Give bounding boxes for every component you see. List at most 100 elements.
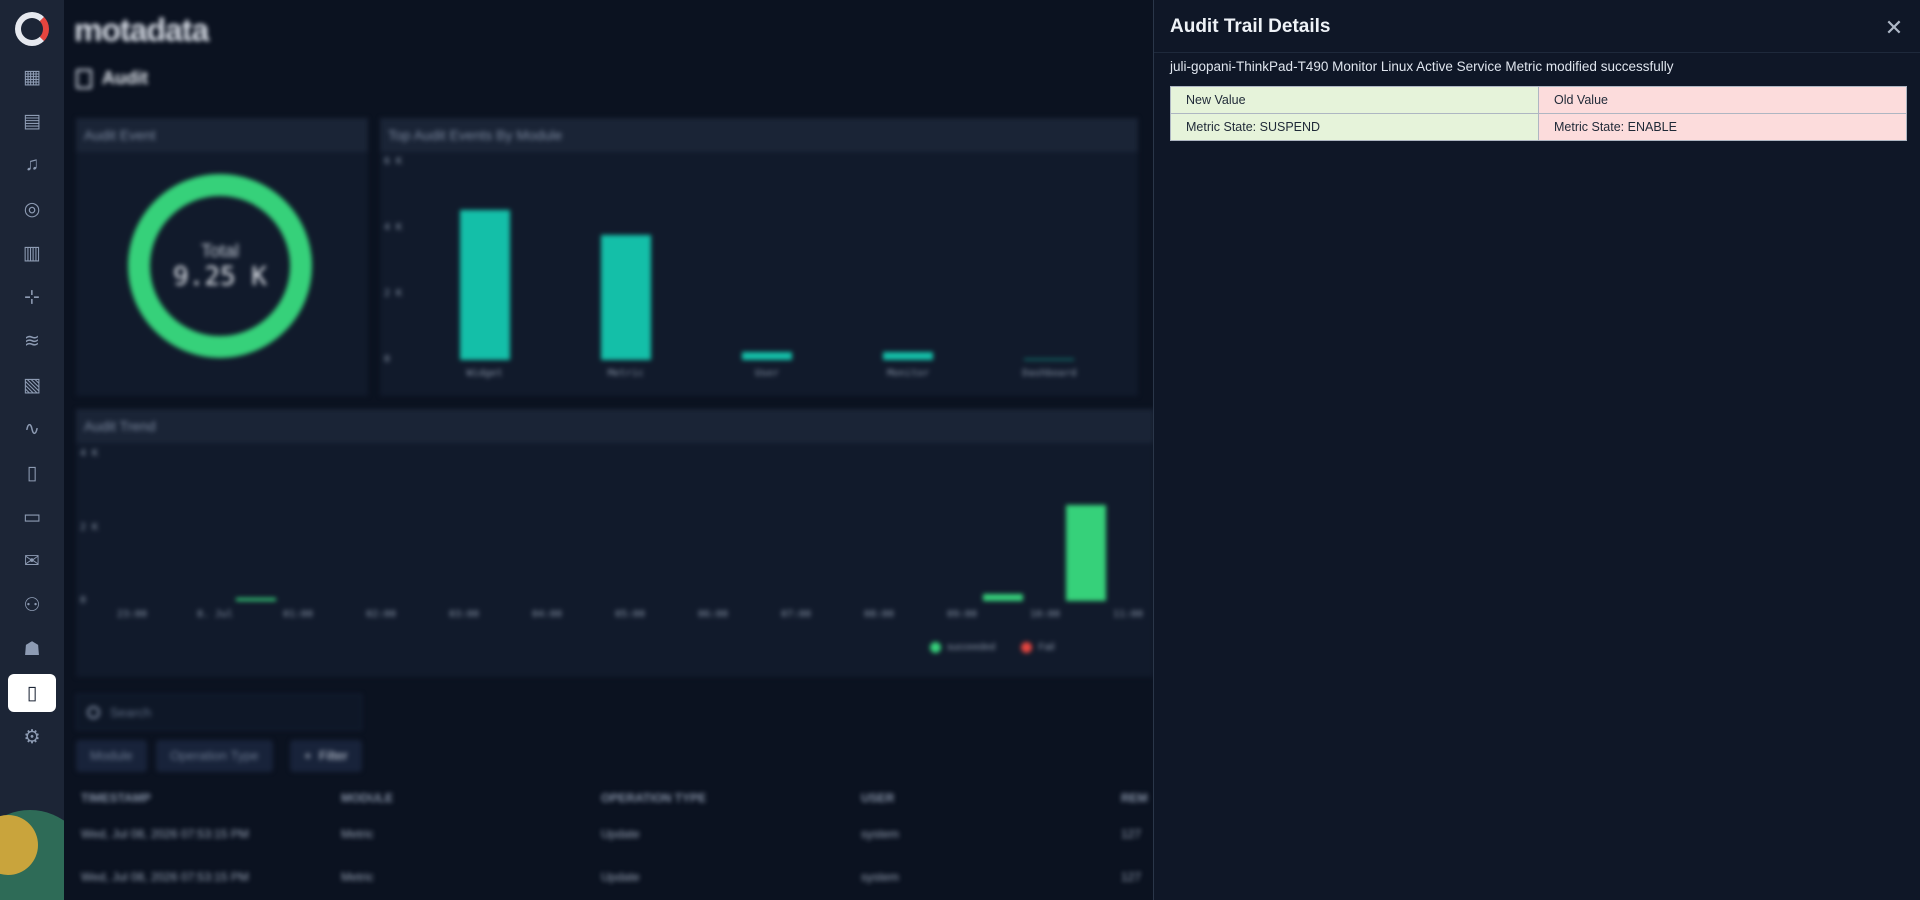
x-tick-label: 06:00: [697, 609, 729, 620]
robot-icon: ☗: [23, 638, 41, 660]
audit-icon: ▯: [26, 682, 38, 704]
y-tick-label: 4 K: [80, 448, 99, 459]
bar-user: [742, 351, 792, 360]
table-cell: system: [861, 827, 900, 841]
table-header-timestamp[interactable]: TIMESTAMP: [81, 791, 151, 805]
operation-type-filter-chip[interactable]: Operation Type: [156, 740, 273, 772]
metric-explorer-icon: ∿: [24, 418, 40, 440]
filter-label: Filter: [318, 748, 348, 763]
close-icon[interactable]: ✕: [1884, 17, 1904, 39]
table-cell: Metric: [341, 827, 374, 841]
x-tick-label: 05:00: [614, 609, 646, 620]
donut-label: Total: [200, 240, 240, 261]
y-tick-label: 0: [80, 595, 87, 606]
diff-row: Metric State: SUSPEND Metric State: ENAB…: [1170, 113, 1907, 141]
chat-icon: ✉: [24, 550, 40, 572]
sidebar-item[interactable]: ♫: [8, 146, 56, 184]
motadata-logo-icon[interactable]: [15, 12, 49, 46]
inventory-icon: ▤: [23, 110, 41, 132]
y-tick-label: 2 K: [384, 288, 403, 299]
sidebar-item[interactable]: ◎: [8, 190, 56, 228]
x-tick-label: 03:00: [448, 609, 480, 620]
trend-bar-succeeded: [236, 598, 276, 601]
bar-dashboard: [1024, 359, 1075, 360]
audit-trail-details-drawer: Audit Trail Details ✕ juli-gopani-ThinkP…: [1153, 0, 1920, 900]
new-value-header: New Value: [1170, 86, 1539, 114]
sidebar: ▦ ▤ ♫ ◎ ▥ ⊹ ≋ ▧ ∿ ▯ ▭ ✉ ⚇ ☗ ▯ ⚙: [0, 0, 64, 900]
brand-logo: motadata: [74, 12, 209, 48]
sidebar-item[interactable]: ✉: [8, 542, 56, 580]
page-header: Audit: [76, 68, 148, 89]
sidebar-item[interactable]: ≋: [8, 322, 56, 360]
monitor-icon: ▭: [23, 506, 41, 528]
x-tick-label: 08:00: [863, 609, 895, 620]
audit-trend-card: Audit Trend 4 K 2 K 0 23:00 8. Jul 01:00 02:00…: [76, 409, 1154, 677]
table-cell: Metric: [341, 870, 374, 884]
card-title: Audit Trend: [76, 409, 1154, 443]
sidebar-item[interactable]: ▤: [8, 102, 56, 140]
sidebar-item[interactable]: ∿: [8, 410, 56, 448]
audit-page-icon: [76, 68, 92, 89]
sidebar-item[interactable]: ▥: [8, 234, 56, 272]
trend-bar-succeeded: [1066, 505, 1106, 601]
sidebar-item[interactable]: ▯: [8, 674, 56, 712]
x-tick-label: 10:00: [1029, 609, 1061, 620]
x-tick-label: 04:00: [531, 609, 563, 620]
x-tick-label: User: [754, 368, 780, 379]
old-value-header: Old Value: [1538, 86, 1907, 114]
bar-monitor: [883, 351, 934, 360]
table-cell: system: [861, 870, 900, 884]
old-value-cell: Metric State: ENABLE: [1538, 113, 1907, 141]
sidebar-item[interactable]: ▭: [8, 498, 56, 536]
sidebar-item[interactable]: ☗: [8, 630, 56, 668]
x-tick-label: Metric: [607, 368, 644, 379]
x-tick-label: 23:00: [116, 609, 148, 620]
table-cell: 127: [1121, 827, 1142, 841]
sidebar-item[interactable]: ⚇: [8, 586, 56, 624]
card-title: Audit Event: [76, 118, 368, 152]
search-placeholder: Search: [110, 704, 152, 720]
app: ▦ ▤ ♫ ◎ ▥ ⊹ ≋ ▧ ∿ ▯ ▭ ✉ ⚇ ☗ ▯ ⚙ motadata Audit Audit Ev…: [0, 0, 1920, 900]
card-title: Top Audit Events By Module: [380, 118, 1138, 152]
filter-button[interactable]: + Filter: [290, 740, 362, 772]
bar-metric: [600, 234, 651, 360]
table-header-rem[interactable]: REM: [1121, 791, 1148, 805]
x-tick-label: 01:00: [282, 609, 314, 620]
donut-value: 9.25 K: [173, 261, 267, 292]
plus-icon: +: [304, 748, 319, 763]
reports-icon: ▥: [23, 242, 41, 264]
sidebar-item[interactable]: ▯: [8, 454, 56, 492]
search-icon: [87, 705, 100, 719]
module-filter-chip[interactable]: Module: [76, 740, 147, 772]
table-cell: Wed, Jul 08, 2026 07:53:15 PM: [81, 870, 249, 884]
top-audit-events-card: Top Audit Events By Module 6 K 4 K 2 K 0 Wid…: [380, 118, 1138, 396]
sidebar-item[interactable]: ▧: [8, 366, 56, 404]
alert-icon: ♫: [24, 154, 40, 175]
page-title: Audit: [102, 68, 148, 88]
drawer-divider: [1154, 52, 1920, 53]
y-tick-label: 0: [384, 354, 391, 365]
table-cell: Wed, Jul 08, 2026 07:53:15 PM: [81, 827, 249, 841]
logs-icon: ▧: [23, 374, 41, 396]
diff-header-row: New Value Old Value: [1170, 86, 1907, 114]
legend-item[interactable]: Fail: [1021, 642, 1055, 653]
y-tick-label: 6 K: [384, 156, 403, 167]
x-tick-label: Dashboard: [1022, 368, 1077, 379]
legend-item[interactable]: succeeded: [930, 642, 995, 653]
audit-page-background: motadata Audit Audit Event Total 9.25 K …: [64, 0, 1154, 900]
new-value-cell: Metric State: SUSPEND: [1170, 113, 1539, 141]
table-header-module[interactable]: MODULE: [341, 791, 393, 805]
table-cell: Update: [601, 827, 640, 841]
table-header-operation-type[interactable]: OPERATION TYPE: [601, 791, 706, 805]
sidebar-item[interactable]: ⊹: [8, 278, 56, 316]
table-header-user[interactable]: USER: [861, 791, 894, 805]
group-icon: ⚇: [23, 594, 41, 616]
y-tick-label: 2 K: [80, 521, 99, 533]
x-tick-label: Widget: [466, 368, 503, 379]
y-tick-label: 4 K: [384, 222, 403, 233]
trend-bar-succeeded: [983, 593, 1023, 601]
sidebar-item[interactable]: ▦: [8, 58, 56, 96]
search-input[interactable]: Search: [76, 694, 362, 730]
sidebar-item[interactable]: ⚙: [8, 718, 56, 756]
bar-widget: [459, 209, 510, 360]
